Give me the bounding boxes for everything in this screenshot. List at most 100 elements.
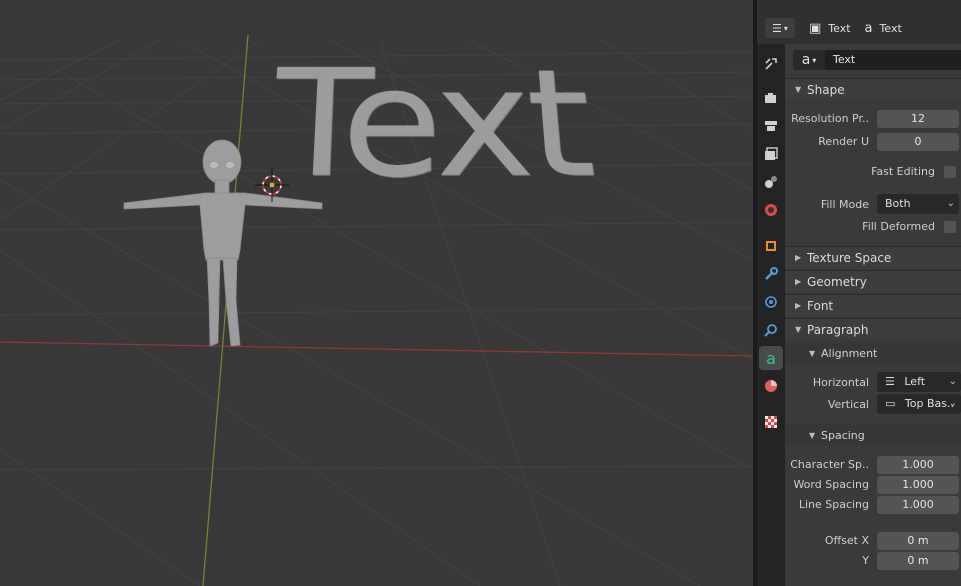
collapsed-triangle-icon: ▶ [795,253,802,262]
resolution-preview-field[interactable]: 12 [877,110,959,128]
tab-material[interactable] [759,374,783,398]
panel-geometry-label: Geometry [807,274,867,289]
character-spacing-field[interactable]: 1.000 [877,456,959,474]
tab-view-layer[interactable] [759,142,783,166]
render-u-field[interactable]: 0 [877,133,959,151]
properties-editor-icon: ☰ [772,21,782,35]
horizontal-alignment-dropdown[interactable]: ☰ Left ⌄ [877,372,961,392]
datablock-browse-button[interactable]: a ▾ [793,50,825,70]
offset-y-field[interactable]: 0 m [877,552,959,570]
properties-header: ☰ ▾ ▣ Text a Text [757,14,961,42]
properties-editor: ☰ ▾ ▣ Text a Text a a ▾ Text ▼ Shape Res… [757,0,961,586]
x-axis-line [0,341,753,357]
panel-texture-space-label: Texture Space [807,250,892,265]
fill-deformed-label: Fill Deformed [862,220,935,233]
breadcrumb-object-label: Text [828,21,851,35]
tab-font-data[interactable]: a [759,346,783,370]
panel-shape-header[interactable]: ▼ Shape [785,78,961,100]
font-a-icon: a [864,20,873,36]
tab-physics[interactable] [759,318,783,342]
modifier-icon [765,267,778,280]
physics-icon [764,324,777,337]
subpanel-alignment-header[interactable]: ▼ Alignment [785,342,961,364]
word-spacing-field[interactable]: 1.000 [877,476,959,494]
subpanel-alignment-label: Alignment [821,346,878,360]
vertical-alignment-value: Top Bas.. [904,397,954,410]
world-icon [765,204,777,216]
fill-mode-value: Both [885,197,911,210]
editor-type-button[interactable]: ☰ ▾ [765,18,795,38]
expanded-triangle-icon: ▼ [809,430,816,440]
breadcrumb-data: a Text [865,21,902,36]
tab-particles[interactable] [759,290,783,314]
fast-editing-checkbox[interactable] [944,166,956,178]
tab-modifier[interactable] [759,262,783,286]
text-object-mesh[interactable]: Text [267,40,597,213]
breadcrumb-data-label: Text [879,21,902,35]
scene-icon [765,176,777,188]
tab-tool[interactable] [759,52,783,76]
panel-paragraph-label: Paragraph [807,322,869,337]
panel-font-header[interactable]: ▶ Font [785,294,961,316]
tool-icon [765,58,777,70]
font-data-icon: a [766,348,776,368]
properties-panel: a ▾ Text ▼ Shape Resolution Pr.. 12 Rend… [785,44,961,586]
panel-geometry-header[interactable]: ▶ Geometry [785,270,961,292]
horizontal-alignment-value: Left [904,375,926,388]
font-a-icon: a [801,52,811,68]
fill-deformed-checkbox[interactable] [944,221,956,233]
datablock-name-field[interactable]: Text [825,50,961,70]
align-top-icon: ▭ [885,397,896,410]
render-u-label: Render U [818,135,869,148]
object-square-icon: ▣ [809,20,822,36]
chevron-down-icon: ⌄ [948,376,957,387]
fill-mode-label: Fill Mode [820,198,869,211]
expanded-triangle-icon: ▼ [795,85,802,94]
tab-world[interactable] [759,198,783,222]
chevron-down-icon: ▾ [783,23,788,33]
collapsed-triangle-icon: ▶ [795,277,802,286]
subpanel-spacing-label: Spacing [821,428,865,442]
word-spacing-label: Word Spacing [793,478,869,491]
vertical-alignment-dropdown[interactable]: ▭ Top Bas.. ⌄ [877,394,961,414]
panel-font-label: Font [807,298,834,313]
subpanel-spacing-header[interactable]: ▼ Spacing [785,424,961,446]
tab-scene[interactable] [759,170,783,194]
chevron-down-icon: ⌄ [946,198,955,209]
expanded-triangle-icon: ▼ [809,348,816,358]
tab-render[interactable] [759,86,783,110]
panel-paragraph-header[interactable]: ▼ Paragraph [785,318,961,340]
panel-shape-label: Shape [807,82,845,97]
character-spacing-label: Character Sp.. [790,458,869,471]
tab-object[interactable] [759,234,783,258]
panel-texture-space-header[interactable]: ▶ Texture Space [785,246,961,268]
object-icon [766,241,776,251]
align-left-icon: ☰ [885,375,895,388]
texture-icon [765,416,777,428]
tab-texture[interactable] [759,410,783,434]
3d-viewport[interactable]: Text [0,0,753,586]
render-icon [765,93,776,103]
particles-icon [765,296,777,308]
fast-editing-label: Fast Editing [871,165,935,178]
output-icon [765,121,777,131]
tab-output[interactable] [759,114,783,138]
expanded-triangle-icon: ▼ [795,325,802,334]
horizontal-alignment-label: Horizontal [812,376,869,389]
offset-x-field[interactable]: 0 m [877,532,959,550]
resolution-preview-label: Resolution Pr.. [791,112,869,125]
chevron-down-icon: ⌄ [948,398,957,409]
view-layer-icon [765,147,778,160]
collapsed-triangle-icon: ▶ [795,301,802,310]
fill-mode-dropdown[interactable]: Both ⌄ [877,194,959,214]
material-icon [765,380,777,392]
vertical-alignment-label: Vertical [827,398,869,411]
line-spacing-label: Line Spacing [798,498,869,511]
chevron-down-icon: ▾ [812,55,817,65]
font-datablock-selector: a ▾ Text [793,50,961,70]
breadcrumb-object: ▣ Text [809,21,851,36]
offset-x-label: Offset X [824,534,869,547]
line-spacing-field[interactable]: 1.000 [877,496,959,514]
properties-tab-bar: a [757,44,785,586]
offset-y-label: Y [862,554,869,567]
